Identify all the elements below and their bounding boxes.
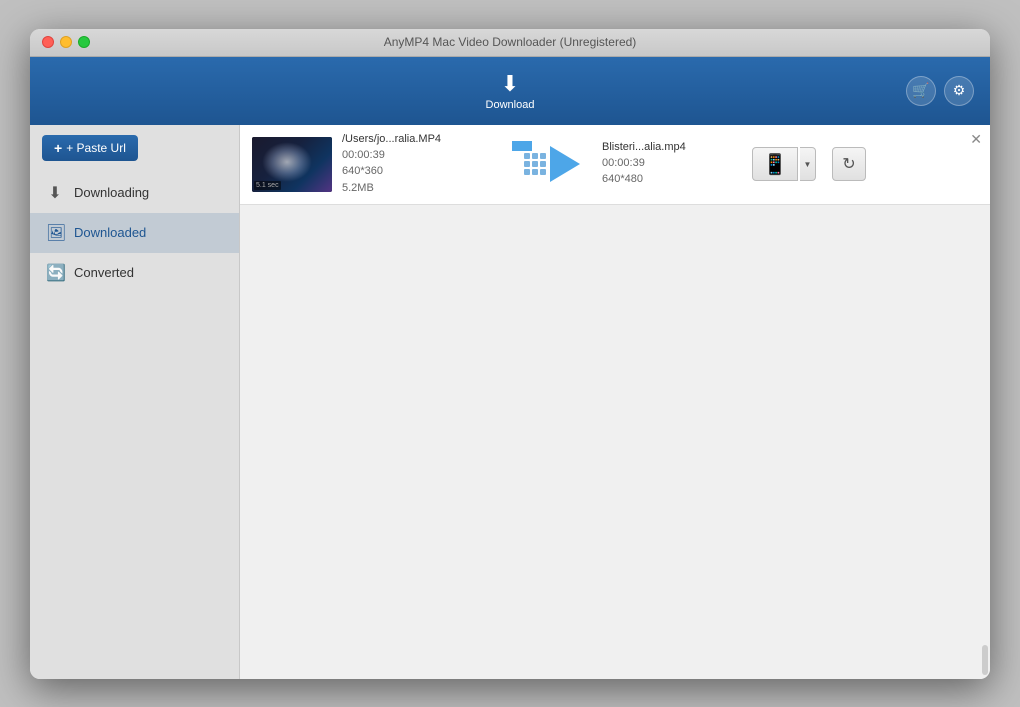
sidebar-item-converted[interactable]: 🔄 Converted	[30, 253, 239, 293]
downloading-icon: ⬇	[46, 183, 64, 203]
output-duration: 00:00:39	[602, 157, 645, 169]
traffic-lights	[42, 36, 90, 48]
scrollbar[interactable]	[982, 645, 988, 675]
sidebar: + + Paste Url ⬇ Downloading 🖼 Downloaded…	[30, 125, 240, 679]
downloaded-icon: 🖼	[46, 223, 64, 243]
tablet-icon: 📱	[763, 152, 788, 177]
device-dropdown-button[interactable]: ▼	[800, 147, 816, 181]
output-resolution: 640*480	[602, 173, 643, 185]
file-thumbnail: 5.1 sec	[252, 137, 332, 192]
converted-icon: 🔄	[46, 263, 64, 283]
source-file-info: /Users/jo...ralia.MP4 00:00:39 640*360 5…	[342, 133, 502, 197]
table-row: 5.1 sec /Users/jo...ralia.MP4 00:00:39 6…	[240, 125, 990, 206]
source-resolution: 640*360	[342, 165, 383, 177]
plus-icon: +	[54, 140, 62, 156]
maximize-button[interactable]	[78, 36, 90, 48]
sidebar-item-downloading[interactable]: ⬇ Downloading	[30, 173, 239, 213]
download-tab[interactable]: ⬇ Download	[486, 71, 535, 111]
delete-button[interactable]: ✕	[970, 131, 982, 148]
download-label: Download	[486, 99, 535, 111]
refresh-icon: ↻	[842, 154, 855, 174]
sidebar-item-converted-label: Converted	[74, 265, 134, 280]
sidebar-item-downloaded-label: Downloaded	[74, 225, 146, 240]
app-window: AnyMP4 Mac Video Downloader (Unregistere…	[30, 29, 990, 679]
shop-button[interactable]: 🛒	[906, 76, 936, 106]
toolbar-right-buttons: 🛒 ⚙	[906, 76, 974, 106]
arrow-shaft	[512, 141, 532, 151]
minimize-button[interactable]	[60, 36, 72, 48]
device-button[interactable]: 📱	[752, 147, 798, 181]
main-content: + + Paste Url ⬇ Downloading 🖼 Downloaded…	[30, 125, 990, 679]
sidebar-item-downloaded[interactable]: 🖼 Downloaded	[30, 213, 239, 253]
settings-button[interactable]: ⚙	[944, 76, 974, 106]
paste-url-label: + Paste Url	[66, 141, 126, 155]
sidebar-item-downloading-label: Downloading	[74, 185, 149, 200]
window-title: AnyMP4 Mac Video Downloader (Unregistere…	[384, 35, 637, 49]
convert-button[interactable]: ↻	[832, 147, 866, 181]
thumbnail-label: 5.1 sec	[254, 181, 281, 190]
source-size: 5.2MB	[342, 182, 374, 194]
grid-icon	[524, 153, 546, 175]
device-selector: 📱 ▼	[752, 147, 822, 181]
download-icon: ⬇	[501, 71, 519, 97]
shop-icon: 🛒	[912, 82, 929, 99]
source-duration: 00:00:39	[342, 149, 385, 161]
output-file-meta: 00:00:39 640*480	[602, 155, 742, 188]
arrow-wrapper	[550, 146, 580, 182]
convert-arrow	[512, 146, 592, 182]
settings-icon: ⚙	[953, 82, 966, 99]
paste-url-button[interactable]: + + Paste Url	[42, 135, 138, 161]
source-file-meta: 00:00:39 640*360 5.2MB	[342, 147, 502, 197]
arrow-head	[550, 146, 580, 182]
content-panel: 5.1 sec /Users/jo...ralia.MP4 00:00:39 6…	[240, 125, 990, 679]
titlebar: AnyMP4 Mac Video Downloader (Unregistere…	[30, 29, 990, 57]
output-file-info: Blisteri...alia.mp4 00:00:39 640*480	[602, 141, 742, 188]
output-file-name: Blisteri...alia.mp4	[602, 141, 742, 153]
close-button[interactable]	[42, 36, 54, 48]
source-file-name: /Users/jo...ralia.MP4	[342, 133, 502, 145]
toolbar: ⬇ Download 🛒 ⚙	[30, 57, 990, 125]
